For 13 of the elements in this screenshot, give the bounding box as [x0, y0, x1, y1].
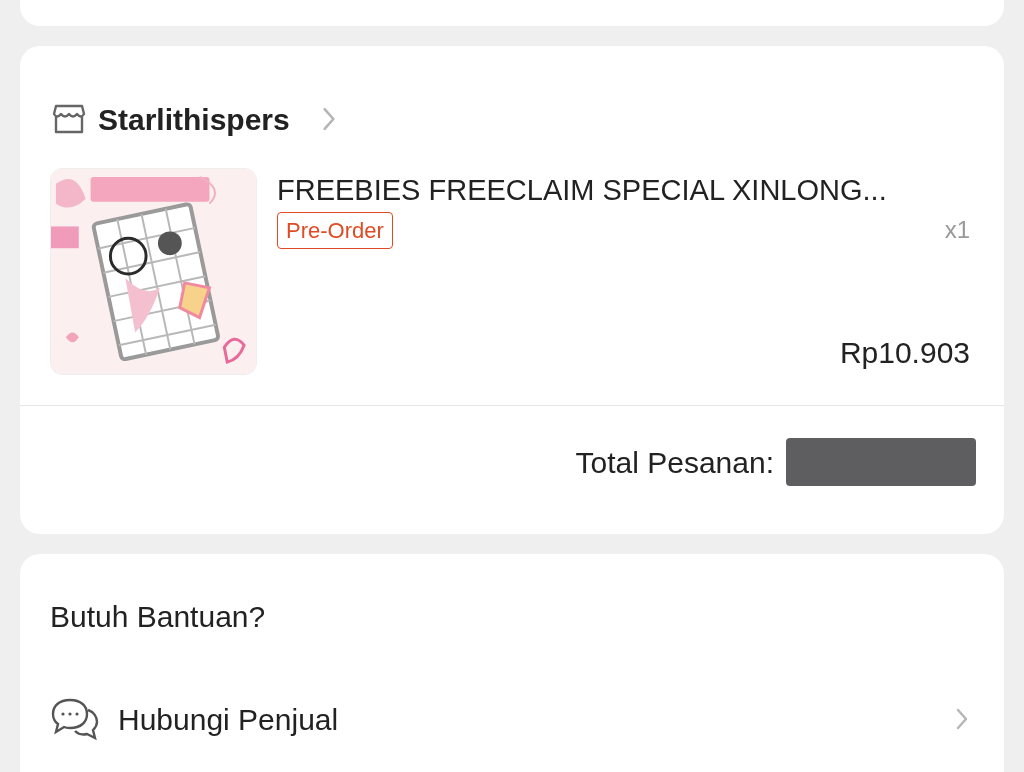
product-price: Rp10.903 — [839, 335, 971, 371]
shop-name[interactable]: Starlithispers — [98, 96, 290, 142]
total-label: Total Pesanan: — [575, 444, 774, 481]
pre-order-badge: Pre-Order — [277, 212, 393, 250]
help-title: Butuh Bantuan? — [49, 599, 267, 635]
chevron-right-icon — [321, 107, 336, 131]
product-title[interactable]: FREEBIES FREECLAIM SPECIAL XINLONG... — [277, 172, 974, 209]
chat-icon — [50, 697, 100, 741]
chevron-right-icon — [956, 707, 968, 731]
help-row[interactable]: Hubungi Penjual — [50, 689, 1004, 749]
quantity: x1 — [944, 215, 971, 246]
help-item-label: Hubungi Penjual — [118, 701, 340, 738]
shop-icon — [52, 104, 86, 134]
